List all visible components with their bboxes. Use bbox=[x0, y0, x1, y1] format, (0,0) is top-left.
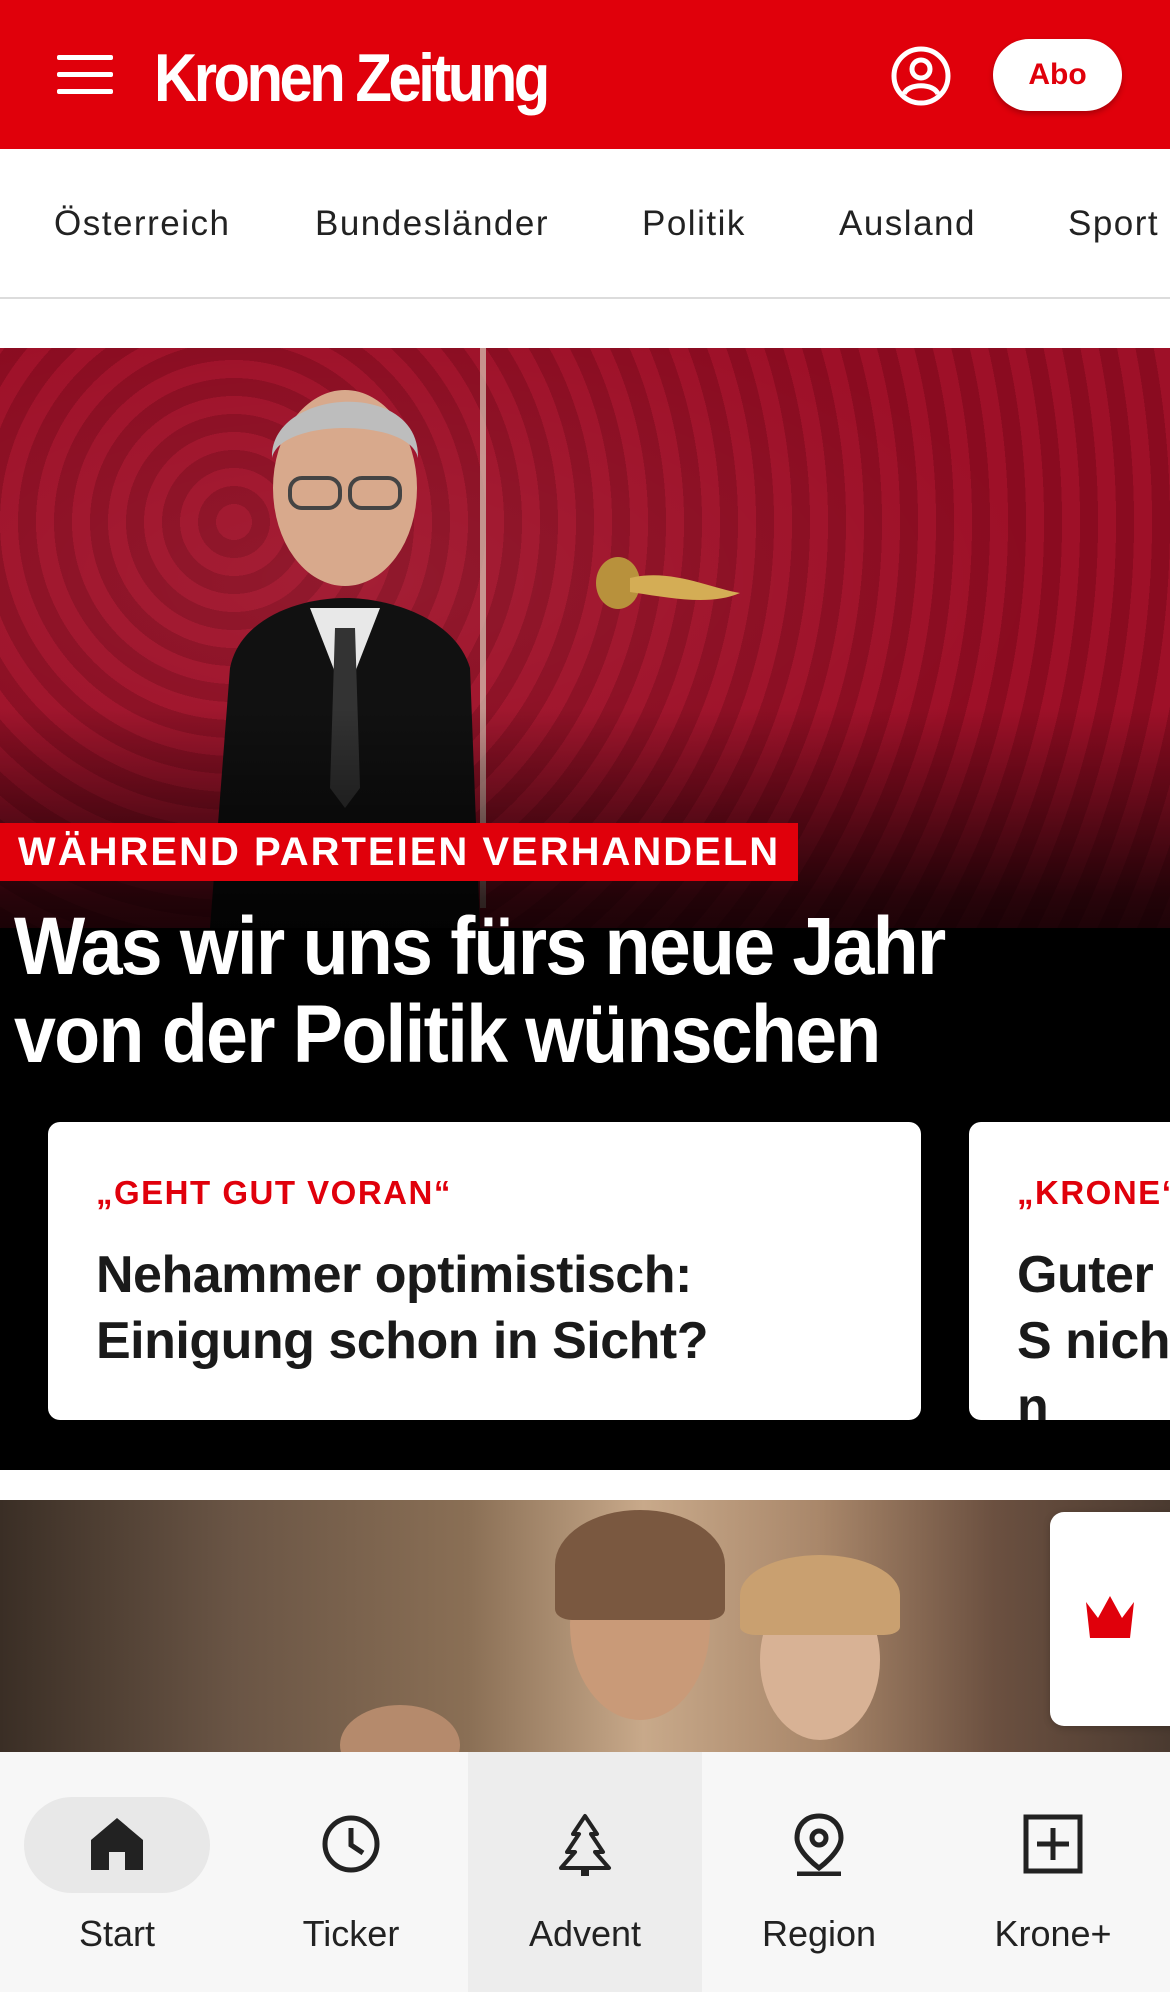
plus-box-icon bbox=[1023, 1814, 1083, 1874]
abo-button[interactable]: Abo bbox=[993, 39, 1122, 111]
nav-label: Ticker bbox=[302, 1913, 400, 1954]
category-tabs: Österreich Bundesländer Politik Ausland … bbox=[0, 149, 1170, 299]
card-kicker: „KRONE“ bbox=[1017, 1174, 1170, 1211]
tab-politik[interactable]: Politik bbox=[642, 203, 746, 245]
tab-oesterreich[interactable]: Österreich bbox=[54, 203, 230, 245]
hero-headline[interactable]: Was wir uns fürs neue Jahr von der Polit… bbox=[14, 903, 1054, 1079]
related-article-card[interactable]: „KRONE“ Guter S nicht n bbox=[969, 1122, 1170, 1420]
nav-label: Region bbox=[761, 1913, 877, 1954]
kronen-zeitung-logo[interactable]: Kronen Zeitung bbox=[154, 38, 550, 118]
card-title: Nehammer optimistisch: Einigung schon in… bbox=[96, 1246, 708, 1370]
krone-plus-badge bbox=[1050, 1512, 1170, 1726]
tree-icon bbox=[559, 1814, 611, 1876]
nav-label: Advent bbox=[528, 1913, 642, 1954]
tab-bundeslaender[interactable]: Bundesländer bbox=[315, 203, 549, 245]
hair bbox=[555, 1510, 725, 1620]
card-title: Guter S nicht n bbox=[1017, 1246, 1170, 1420]
card-kicker: „GEHT GUT VORAN“ bbox=[96, 1174, 452, 1211]
home-icon bbox=[91, 1818, 143, 1870]
nav-advent[interactable]: Advent bbox=[468, 1752, 702, 1992]
nav-start[interactable]: Start bbox=[0, 1752, 234, 1992]
child-hair bbox=[740, 1555, 900, 1635]
hero-article[interactable]: WÄHREND PARTEIEN VERHANDELN Was wir uns … bbox=[0, 348, 1170, 1470]
nav-label: Start bbox=[78, 1913, 156, 1954]
article-teaser[interactable] bbox=[0, 1500, 1170, 1752]
door-handle-graphic bbox=[596, 557, 740, 609]
hero-kicker: WÄHREND PARTEIEN VERHANDELN bbox=[0, 823, 799, 881]
nav-region[interactable]: Region bbox=[702, 1752, 936, 1992]
crown-icon bbox=[1086, 1596, 1134, 1638]
hamburger-menu-icon[interactable] bbox=[57, 55, 113, 95]
user-circle-icon[interactable] bbox=[890, 45, 952, 107]
nav-krone-plus[interactable]: Krone+ bbox=[936, 1752, 1170, 1992]
location-pin-icon bbox=[794, 1813, 844, 1876]
tab-ausland[interactable]: Ausland bbox=[839, 203, 976, 245]
tab-sport[interactable]: Sport bbox=[1068, 203, 1159, 245]
top-app-bar: Kronen Zeitung Abo bbox=[0, 0, 1170, 149]
nav-label: Krone+ bbox=[994, 1913, 1112, 1954]
related-article-card[interactable]: „GEHT GUT VORAN“ Nehammer optimistisch: … bbox=[48, 1122, 921, 1420]
nav-ticker[interactable]: Ticker bbox=[234, 1752, 468, 1992]
bottom-navigation: Start Ticker Advent Region Krone+ bbox=[0, 1752, 1170, 1992]
clock-icon bbox=[322, 1815, 380, 1873]
